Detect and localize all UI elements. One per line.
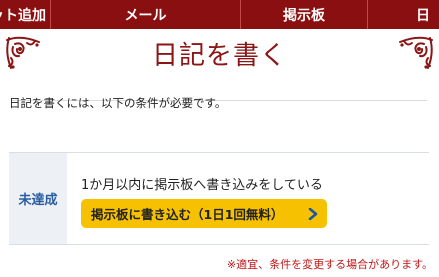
condition-text: 1か月以内に掲示板へ書き込みをしている xyxy=(81,178,323,193)
post-to-board-button[interactable]: 掲示板に書き込む（1日1回無料） xyxy=(81,199,327,228)
chevron-right-icon xyxy=(308,207,318,220)
nav-item-diary[interactable]: 日 xyxy=(367,0,439,29)
nav-item-add-friend[interactable]: ット追加 xyxy=(0,0,50,29)
condition-body: 1か月以内に掲示板へ書き込みをしている 掲示板に書き込む（1日1回無料） xyxy=(67,153,429,244)
nav-item-mail[interactable]: メール xyxy=(50,0,240,29)
nav-item-board[interactable]: 掲示板 xyxy=(240,0,367,29)
post-button-label: 掲示板に書き込む（1日1回無料） xyxy=(91,207,284,222)
page-title: 日記を書く xyxy=(151,41,287,71)
top-nav: ット追加 メール 掲示板 日 xyxy=(0,0,439,29)
condition-row: 未達成 1か月以内に掲示板へ書き込みをしている 掲示板に書き込む（1日1回無料） xyxy=(9,152,429,245)
page: ット追加 メール 掲示板 日 日記を書く xyxy=(0,0,439,277)
intro-text: 日記を書くには、以下の条件が必要です。 xyxy=(9,96,227,110)
page-heading: 日記を書く xyxy=(0,29,439,101)
floral-corner-ornament-icon xyxy=(399,36,433,69)
disclaimer-note: ※適宜、条件を変更する場合があります。 xyxy=(226,258,433,271)
status-badge: 未達成 xyxy=(9,153,67,244)
